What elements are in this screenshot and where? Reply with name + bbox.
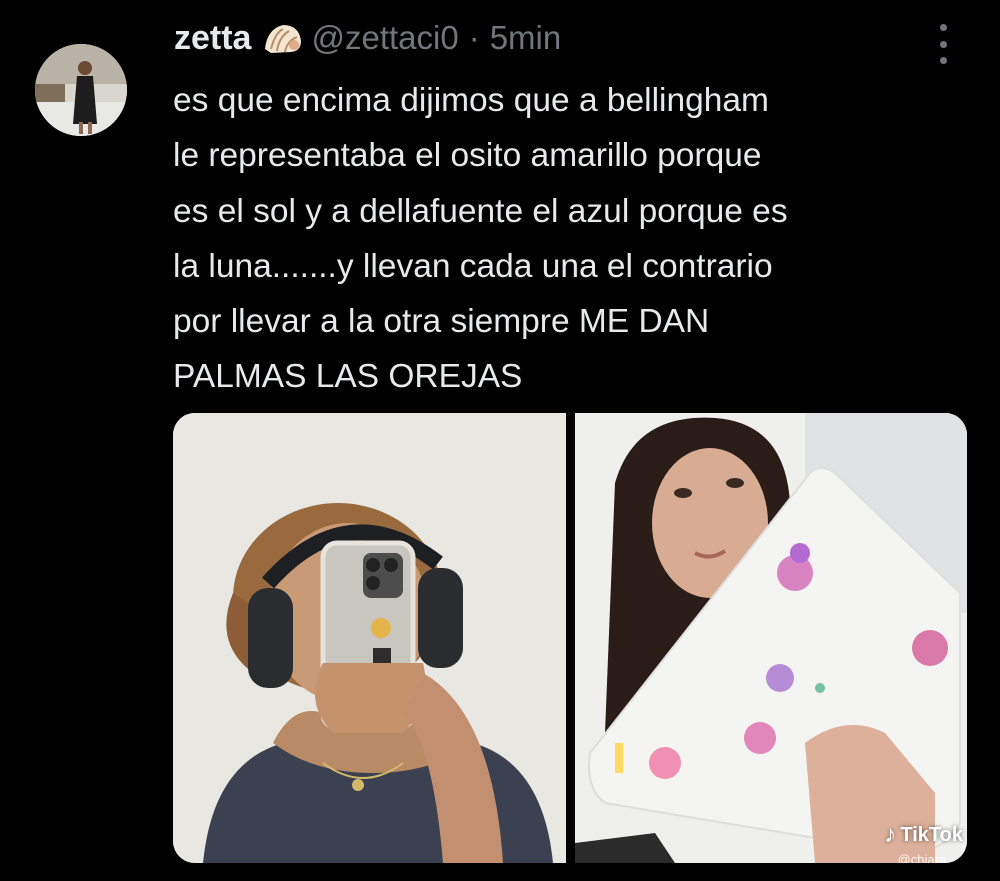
tweet-header: zetta @zettaci0 · 5min	[174, 14, 561, 62]
tweet-line: le representaba el osito amarillo porque	[173, 137, 762, 175]
avatar[interactable]	[35, 44, 127, 136]
separator-dot: ·	[468, 19, 480, 56]
watermark-handle: @chiara...	[897, 852, 957, 863]
avatar-image	[35, 44, 127, 136]
timestamp[interactable]: 5min	[490, 19, 562, 57]
author-name[interactable]: zetta	[174, 19, 251, 58]
tweet-line: es que encima dijimos que a bellingham	[173, 82, 769, 119]
photo-mirror-selfie[interactable]	[173, 413, 566, 863]
media-grid: ♪ TikTok @chiara...	[173, 413, 967, 863]
tweet-line: por llevar a la otra siempre ME DAN	[173, 303, 710, 341]
tiktok-icon: ♪	[884, 821, 897, 848]
shell-icon	[261, 19, 305, 57]
photo-laptop-stickers[interactable]: ♪ TikTok @chiara...	[575, 413, 967, 863]
tiktok-watermark: ♪ TikTok	[884, 821, 963, 849]
tweet-line: la luna.......y llevan cada una el contr…	[173, 247, 773, 285]
more-options-icon[interactable]	[936, 24, 950, 64]
tweet-line: es el sol y a dellafuente el azul porque…	[173, 192, 788, 230]
tweet-line: PALMAS LAS OREJAS	[173, 358, 523, 396]
author-handle[interactable]: @zettaci0	[311, 19, 458, 57]
watermark-label: TikTok	[900, 823, 963, 846]
tweet-text: es que encima dijimos que a bellingham l…	[173, 73, 953, 405]
